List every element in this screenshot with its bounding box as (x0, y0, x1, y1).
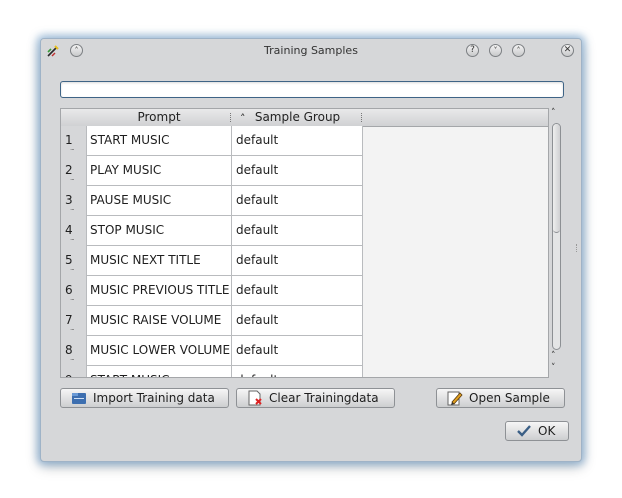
row-number: 9 (65, 373, 73, 377)
training-samples-dialog: ˄ Training Samples ? ˅ ˄ ✕ Prompt ˄ Samp… (40, 38, 582, 462)
table-row[interactable]: 3... PAUSE MUSIC default (61, 186, 548, 216)
sample-group-cell[interactable]: default (232, 366, 363, 377)
sample-group-cell[interactable]: default (232, 216, 363, 246)
title-bar[interactable]: ˄ Training Samples ? ˅ ˄ ✕ (41, 39, 581, 63)
samples-table[interactable]: Prompt ˄ Sample Group 1... START MUSIC def… (60, 108, 549, 378)
row-dots: ... (70, 234, 75, 242)
vertical-scrollbar[interactable]: ˄ ˄ ˅ (549, 108, 564, 378)
sample-group-cell[interactable]: default (232, 276, 363, 306)
table-row[interactable]: 7... MUSIC RAISE VOLUME default (61, 306, 548, 336)
sample-group-cell[interactable]: default (232, 336, 363, 366)
row-number-header[interactable]: 4... (61, 216, 86, 246)
prompt-cell[interactable]: MUSIC PREVIOUS TITLE (86, 276, 232, 306)
row-dots: ... (70, 204, 75, 212)
header-sample-group[interactable]: Sample Group (232, 109, 363, 126)
resize-grip[interactable] (576, 244, 579, 252)
prompt-cell[interactable]: START MUSIC (86, 366, 232, 377)
sample-group-cell[interactable]: default (232, 246, 363, 276)
row-dots: ... (70, 324, 75, 332)
prompt-cell[interactable]: START MUSIC (86, 126, 232, 156)
scroll-up-icon[interactable]: ˄ (551, 351, 556, 361)
table-row[interactable]: 2... PLAY MUSIC default (61, 156, 548, 186)
column-separator[interactable] (361, 113, 363, 122)
header-group-label: Sample Group (254, 110, 341, 124)
scroll-down-icon[interactable]: ˅ (551, 363, 556, 373)
sample-group-cell[interactable]: default (232, 186, 363, 216)
table-row[interactable]: 4... STOP MUSIC default (61, 216, 548, 246)
import-training-data-label: Import Training data (93, 391, 215, 405)
row-dots: ... (70, 294, 75, 302)
sample-group-cell[interactable]: default (232, 306, 363, 336)
row-number-header[interactable]: 6... (61, 276, 86, 306)
row-dots: ... (70, 354, 75, 362)
ok-button[interactable]: OK (505, 421, 569, 441)
prompt-cell[interactable]: PLAY MUSIC (86, 156, 232, 186)
scroll-up-icon[interactable]: ˄ (551, 108, 556, 118)
row-number-header[interactable]: 5... (61, 246, 86, 276)
edit-icon (447, 391, 463, 406)
table-row[interactable]: 9...START MUSICdefault (61, 366, 548, 377)
maximize-icon[interactable]: ˄ (512, 44, 525, 57)
minimize-icon[interactable]: ˅ (489, 44, 502, 57)
table-row[interactable]: 8... MUSIC LOWER VOLUME default (61, 336, 548, 366)
prompt-cell[interactable]: MUSIC LOWER VOLUME (86, 336, 232, 366)
table-row[interactable]: 5... MUSIC NEXT TITLE default (61, 246, 548, 276)
ok-label: OK (538, 424, 556, 438)
prompt-cell[interactable]: STOP MUSIC (86, 216, 232, 246)
row-number-header[interactable]: 9... (61, 366, 86, 377)
row-dots: ... (70, 144, 75, 152)
row-number-header[interactable]: 1... (61, 126, 86, 156)
prompt-cell[interactable]: PAUSE MUSIC (86, 186, 232, 216)
clear-trainingdata-button[interactable]: Clear Trainingdata (236, 388, 395, 408)
clear-icon (248, 390, 262, 406)
clear-trainingdata-label: Clear Trainingdata (269, 391, 379, 405)
import-icon (72, 393, 86, 404)
help-icon[interactable]: ? (466, 44, 479, 57)
scroll-track[interactable] (552, 123, 561, 350)
header-prompt-label: Prompt (137, 110, 181, 124)
row-number-header[interactable]: 2... (61, 156, 86, 186)
table-row[interactable]: 1... START MUSIC default (61, 126, 548, 156)
header-prompt[interactable]: Prompt ˄ (86, 109, 245, 126)
prompt-cell[interactable]: MUSIC RAISE VOLUME (86, 306, 232, 336)
row-number-header[interactable]: 7... (61, 306, 86, 336)
check-icon (517, 425, 531, 437)
sample-group-cell[interactable]: default (232, 126, 363, 156)
scroll-thumb[interactable] (553, 124, 560, 233)
table-row[interactable]: 6... MUSIC PREVIOUS TITLE default (61, 276, 548, 306)
row-dots: ... (70, 264, 75, 272)
prompt-cell[interactable]: MUSIC NEXT TITLE (86, 246, 232, 276)
import-training-data-button[interactable]: Import Training data (60, 388, 229, 408)
table-header: Prompt ˄ Sample Group (61, 109, 548, 127)
open-sample-label: Open Sample (469, 391, 550, 405)
row-number-header[interactable]: 3... (61, 186, 86, 216)
sample-group-cell[interactable]: default (232, 156, 363, 186)
row-number-header[interactable]: 8... (61, 336, 86, 366)
row-dots: ... (70, 174, 75, 182)
search-input[interactable] (60, 81, 564, 98)
close-icon[interactable]: ✕ (561, 44, 574, 57)
open-sample-button[interactable]: Open Sample (436, 388, 565, 408)
